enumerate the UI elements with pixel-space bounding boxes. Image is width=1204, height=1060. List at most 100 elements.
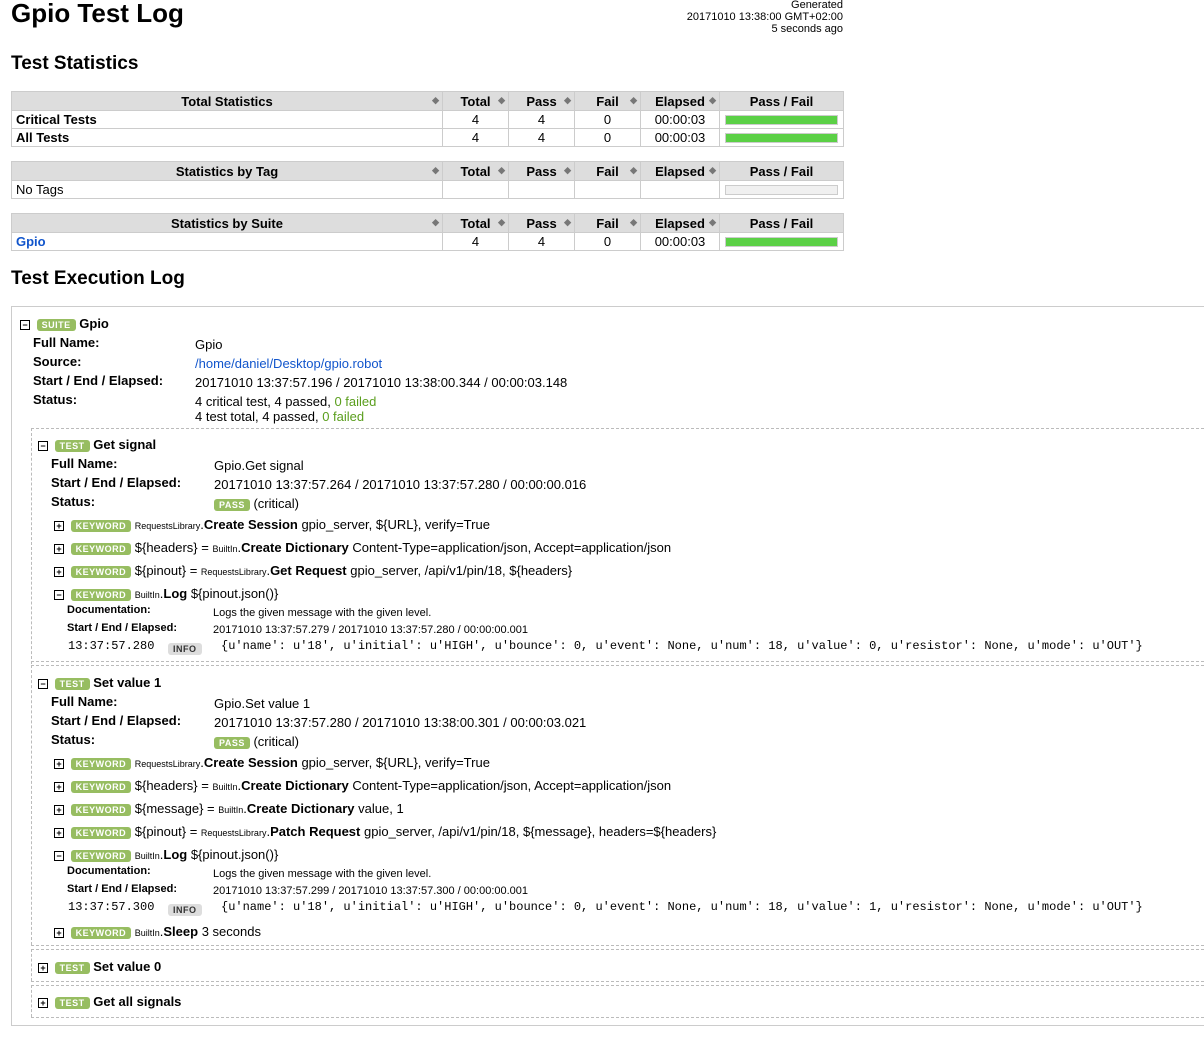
- collapse-icon[interactable]: −: [54, 589, 64, 600]
- total-statistics-table: Total Statistics ◆ Total ◆ Pass ◆ Fail ◆ Ela…: [11, 91, 844, 147]
- source-link[interactable]: /home/daniel/Desktop/gpio.robot: [195, 356, 382, 371]
- keyword-assign: ${headers} =: [134, 778, 213, 793]
- keyword-assign: ${pinout} =: [134, 563, 201, 578]
- test-header-set-value-0[interactable]: + TEST Set value 0: [38, 959, 161, 974]
- fail-column-header[interactable]: Fail ◆: [574, 161, 641, 181]
- collapse-icon[interactable]: −: [20, 319, 30, 330]
- stat-elapsed: [640, 180, 720, 199]
- generated-time: 20171010 13:38:00 GMT+02:00: [686, 11, 843, 23]
- suite-statistics-header[interactable]: Statistics by Suite ◆: [11, 213, 443, 233]
- keyword-library: RequestsLibrary: [200, 567, 267, 577]
- passfail-column-header: Pass / Fail: [719, 213, 844, 233]
- keyword-row[interactable]: + KEYWORD ${message} = BuiltIn.Create Di…: [54, 801, 404, 816]
- keyword-assign: ${pinout} =: [134, 824, 201, 839]
- expand-icon[interactable]: +: [38, 962, 48, 973]
- total-statistics-header[interactable]: Total Statistics ◆: [11, 91, 443, 111]
- test-name: Set value 1: [93, 675, 162, 690]
- expand-icon[interactable]: +: [54, 804, 64, 815]
- table-row: All Tests 4 4 0 00:00:03: [11, 128, 844, 147]
- elapsed-column-header[interactable]: Elapsed ◆: [640, 91, 720, 111]
- generated-ago: 5 seconds ago: [771, 23, 843, 35]
- test-header-get-signal[interactable]: − TEST Get signal: [38, 437, 156, 452]
- keyword-library: BuiltIn: [134, 851, 160, 861]
- stat-elapsed: 00:00:03: [640, 128, 720, 147]
- fail-column-header[interactable]: Fail ◆: [574, 91, 641, 111]
- expand-icon[interactable]: +: [54, 827, 64, 838]
- pass-column-header[interactable]: Pass ◆: [508, 91, 575, 111]
- sort-icon: ◆: [432, 217, 439, 227]
- tag-statistics-header[interactable]: Statistics by Tag ◆: [11, 161, 443, 181]
- keyword-label: KEYWORD: [70, 588, 132, 601]
- source-label: Source:: [33, 354, 82, 369]
- total-column-header[interactable]: Total ◆: [442, 161, 509, 181]
- keyword-row[interactable]: + KEYWORD BuiltIn.Sleep 3 seconds: [54, 924, 261, 939]
- stat-pass: [508, 180, 575, 199]
- keyword-row[interactable]: + KEYWORD ${pinout} = RequestsLibrary.Pa…: [54, 824, 716, 839]
- expand-icon[interactable]: +: [54, 758, 64, 769]
- test-header-get-all-signals[interactable]: + TEST Get all signals: [38, 994, 181, 1009]
- stat-elapsed: 00:00:03: [640, 110, 720, 129]
- elapsed-column-header[interactable]: Elapsed ◆: [640, 161, 720, 181]
- keyword-label: KEYWORD: [70, 826, 132, 839]
- generated-label: Generated: [791, 0, 843, 11]
- empty-bar: [725, 184, 838, 195]
- expand-icon[interactable]: +: [54, 927, 64, 938]
- test-status: PASS (critical): [214, 496, 299, 511]
- total-column-header[interactable]: Total ◆: [442, 91, 509, 111]
- keyword-name: Get Request: [270, 563, 347, 578]
- stat-name: All Tests: [11, 128, 443, 147]
- stat-bar-cell: [719, 180, 844, 199]
- suite-link-gpio[interactable]: Gpio: [16, 234, 46, 249]
- expand-icon[interactable]: +: [38, 997, 48, 1008]
- sort-icon: ◆: [432, 95, 439, 105]
- keyword-times: 20171010 13:37:57.279 / 20171010 13:37:5…: [213, 624, 529, 636]
- collapse-icon[interactable]: −: [38, 440, 48, 451]
- keyword-row[interactable]: + KEYWORD ${headers} = BuiltIn.Create Di…: [54, 778, 671, 793]
- keyword-row[interactable]: − KEYWORD BuiltIn.Log ${pinout.json()}: [54, 847, 278, 862]
- test-full-name: Gpio.Set value 1: [214, 696, 311, 711]
- test-name: Get all signals: [93, 994, 182, 1009]
- sort-icon: ◆: [709, 95, 716, 105]
- pass-column-header[interactable]: Pass ◆: [508, 213, 575, 233]
- expand-icon[interactable]: +: [54, 543, 64, 554]
- table-row: No Tags: [11, 180, 844, 199]
- stat-name: No Tags: [11, 180, 443, 199]
- collapse-icon[interactable]: −: [38, 678, 48, 689]
- test-execution-log-heading: Test Execution Log: [11, 268, 185, 289]
- keyword-row[interactable]: + KEYWORD ${pinout} = RequestsLibrary.Ge…: [54, 563, 572, 578]
- keyword-row[interactable]: + KEYWORD RequestsLibrary.Create Session…: [54, 755, 490, 770]
- status-label: Status:: [51, 732, 96, 747]
- expand-icon[interactable]: +: [54, 566, 64, 577]
- stat-total: 4: [442, 128, 509, 147]
- fail-column-header[interactable]: Fail ◆: [574, 213, 641, 233]
- keyword-library: BuiltIn: [218, 805, 244, 815]
- expand-icon[interactable]: +: [54, 781, 64, 792]
- test-name: Get signal: [93, 437, 157, 452]
- test-label: TEST: [54, 677, 90, 690]
- elapsed-column-header[interactable]: Elapsed ◆: [640, 213, 720, 233]
- suite-status-critical: 4 critical test, 4 passed, 0 failed: [195, 394, 377, 409]
- test-header-set-value-1[interactable]: − TEST Set value 1: [38, 675, 161, 690]
- keyword-name: Create Dictionary: [241, 540, 349, 555]
- keyword-row[interactable]: − KEYWORD BuiltIn.Log ${pinout.json()}: [54, 586, 278, 601]
- pass-bar: [725, 236, 838, 247]
- stat-elapsed: 00:00:03: [640, 232, 720, 251]
- keyword-row[interactable]: + KEYWORD RequestsLibrary.Create Session…: [54, 517, 490, 532]
- collapse-icon[interactable]: −: [54, 850, 64, 861]
- test-full-name: Gpio.Get signal: [214, 458, 304, 473]
- pass-column-header[interactable]: Pass ◆: [508, 161, 575, 181]
- stat-total: 4: [442, 110, 509, 129]
- stat-bar-cell: [719, 232, 844, 251]
- sort-icon: ◆: [564, 165, 571, 175]
- suite-header[interactable]: − SUITE Gpio: [20, 316, 109, 331]
- stat-bar-cell: [719, 110, 844, 129]
- pass-badge: PASS: [214, 736, 250, 749]
- sort-icon: ◆: [709, 165, 716, 175]
- keyword-row[interactable]: + KEYWORD ${headers} = BuiltIn.Create Di…: [54, 540, 671, 555]
- keyword-name: Patch Request: [270, 824, 361, 839]
- sort-icon: ◆: [498, 95, 505, 105]
- stat-fail: [574, 180, 641, 199]
- total-column-header[interactable]: Total ◆: [442, 213, 509, 233]
- expand-icon[interactable]: +: [54, 520, 64, 531]
- table-row: Critical Tests 4 4 0 00:00:03: [11, 110, 844, 129]
